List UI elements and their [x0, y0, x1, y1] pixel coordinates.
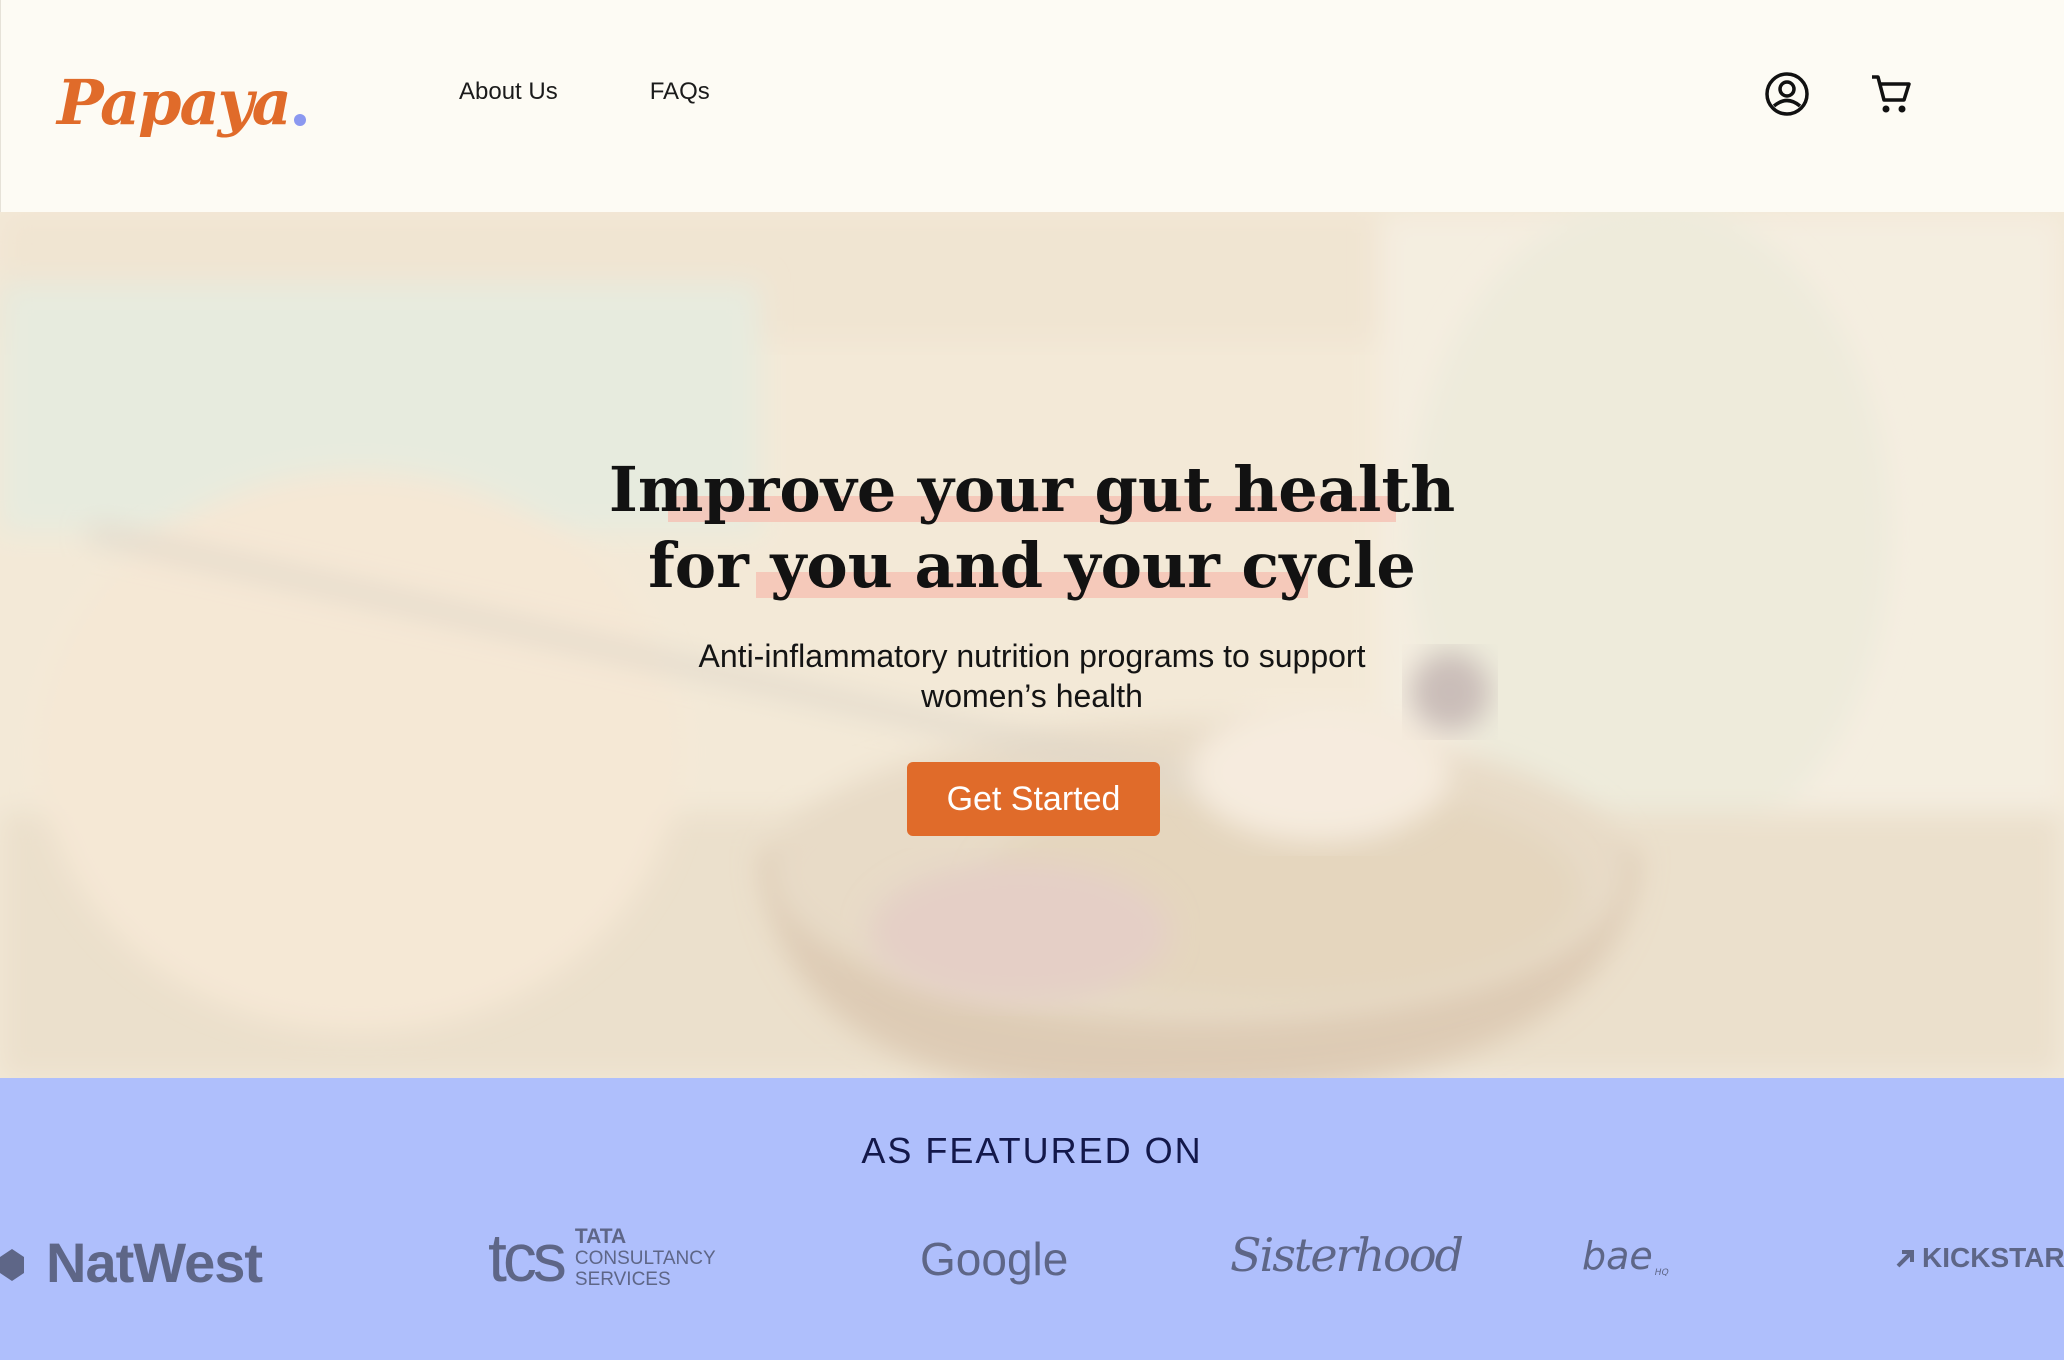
natwest-wordmark: NatWest	[46, 1231, 263, 1294]
kickstarter-wordmark: KICKSTAR	[1922, 1242, 2064, 1273]
kickstarter-arrow-icon	[1896, 1250, 1914, 1268]
cart-icon[interactable]	[1867, 70, 1915, 118]
hero-headline: Improve your gut health for you and your…	[0, 452, 2064, 604]
logo-wordmark: Papaya	[57, 66, 292, 139]
header-actions	[1763, 70, 1915, 118]
bae-wordmark: bae	[1582, 1234, 1653, 1278]
hero-section: Improve your gut health for you and your…	[0, 212, 2064, 1078]
kickstarter-logo: KICKSTAR	[1894, 1242, 2064, 1274]
headline-line-2: for you and your cycle	[648, 529, 1416, 602]
headline-line-1: Improve your gut health	[608, 453, 1456, 526]
press-logo-strip: NatWest tcs TATA CONSULTANCY SERVICES Go…	[0, 1218, 2064, 1308]
tcs-sub-tata: TATA	[574, 1225, 627, 1248]
logo-dot	[293, 114, 306, 126]
google-logo: Google	[920, 1233, 1069, 1285]
hero-subtext: Anti-inflammatory nutrition programs to …	[0, 636, 2064, 716]
tcs-sub-consultancy: CONSULTANCY	[574, 1248, 716, 1269]
papaya-logo[interactable]: Papaya	[57, 44, 306, 134]
hero-subtext-line-2: women’s health	[921, 678, 1143, 714]
nav-about-us[interactable]: About Us	[459, 78, 558, 106]
tcs-subtitle: TATA CONSULTANCY SERVICES	[575, 1226, 716, 1290]
get-started-button[interactable]: Get Started	[907, 762, 1160, 836]
natwest-cube-icon	[0, 1248, 24, 1281]
tcs-sub-services: SERVICES	[574, 1269, 671, 1290]
bae-hq-mark: HQ	[1654, 1268, 1669, 1278]
sisterhood-logo: Sisterhood	[1230, 1228, 1464, 1282]
featured-title: AS FEATURED ON	[861, 1130, 1203, 1171]
featured-section: AS FEATURED ON NatWest tcs TATA CONSULTA…	[0, 1078, 2064, 1360]
site-header: Papaya About Us FAQs	[0, 0, 2064, 212]
tcs-logo: tcs TATA CONSULTANCY SERVICES	[488, 1224, 716, 1292]
nav-faqs[interactable]: FAQs	[650, 78, 710, 106]
natwest-logo: NatWest	[0, 1230, 263, 1295]
account-icon[interactable]	[1763, 70, 1811, 118]
hero-subtext-line-1: Anti-inflammatory nutrition programs to …	[698, 638, 1366, 674]
tcs-wordmark: tcs	[488, 1220, 567, 1296]
bae-logo: bae HQ	[1582, 1234, 1669, 1278]
main-nav: About Us FAQs	[459, 78, 710, 106]
